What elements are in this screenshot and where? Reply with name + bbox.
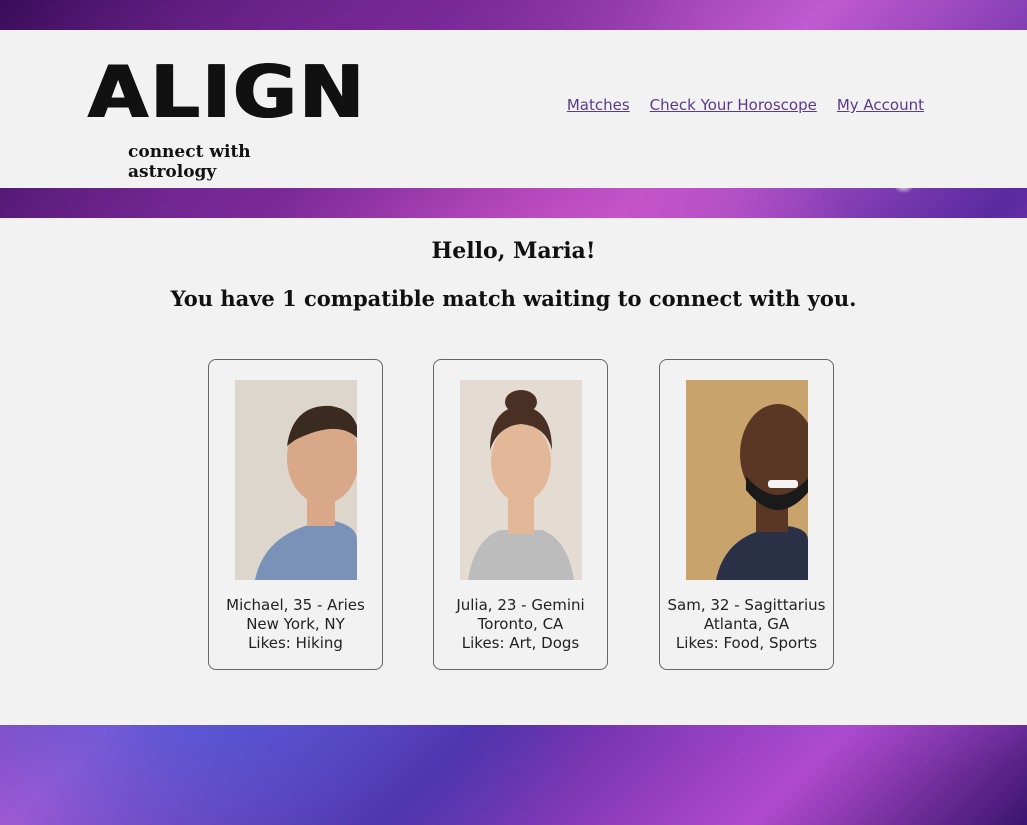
- match-likes: Likes: Food, Sports: [675, 634, 818, 652]
- match-card-michael[interactable]: Michael, 35 - Aries New York, NY Likes: …: [208, 359, 383, 670]
- match-name-age-sign: Michael, 35 - Aries: [226, 596, 365, 614]
- match-location: Toronto, CA: [477, 615, 564, 633]
- match-count-message: You have 1 compatible match waiting to c…: [170, 286, 857, 311]
- nav-link-matches[interactable]: Matches: [567, 96, 630, 114]
- match-info: Julia, 23 - Gemini Toronto, CA Likes: Ar…: [434, 596, 607, 653]
- photo-hair-bun: [505, 390, 537, 414]
- nav-link-horoscope[interactable]: Check Your Horoscope: [650, 96, 817, 114]
- match-name-age-sign: Sam, 32 - Sagittarius: [667, 596, 826, 614]
- match-info: Sam, 32 - Sagittarius Atlanta, GA Likes:…: [660, 596, 833, 653]
- match-location: Atlanta, GA: [703, 615, 790, 633]
- match-likes: Likes: Hiking: [248, 634, 343, 652]
- profile-photo[interactable]: [686, 380, 808, 580]
- galaxy-banner-bottom: [0, 725, 1027, 825]
- match-card-julia[interactable]: Julia, 23 - Gemini Toronto, CA Likes: Ar…: [433, 359, 608, 670]
- match-likes: Likes: Art, Dogs: [461, 634, 580, 652]
- nav-link-my-account[interactable]: My Account: [837, 96, 924, 114]
- align-logo[interactable]: ALIGN: [88, 56, 366, 128]
- profile-photo[interactable]: [235, 380, 357, 580]
- main-nav: Matches Check Your Horoscope My Account: [567, 96, 924, 114]
- galaxy-banner-top: [0, 0, 1027, 30]
- main-content: Hello, Maria! You have 1 compatible matc…: [0, 218, 1027, 725]
- site-header: ALIGN connect with astrology Matches Che…: [0, 30, 1027, 188]
- photo-face: [491, 422, 551, 502]
- match-card-sam[interactable]: Sam, 32 - Sagittarius Atlanta, GA Likes:…: [659, 359, 834, 670]
- photo-smile: [768, 480, 798, 488]
- greeting-heading: Hello, Maria!: [431, 238, 596, 264]
- tagline: connect with astrology: [128, 142, 251, 182]
- match-info: Michael, 35 - Aries New York, NY Likes: …: [209, 596, 382, 653]
- match-name-age-sign: Julia, 23 - Gemini: [456, 596, 585, 614]
- galaxy-banner-middle: [0, 188, 1027, 218]
- match-location: New York, NY: [246, 615, 345, 633]
- profile-photo[interactable]: [460, 380, 582, 580]
